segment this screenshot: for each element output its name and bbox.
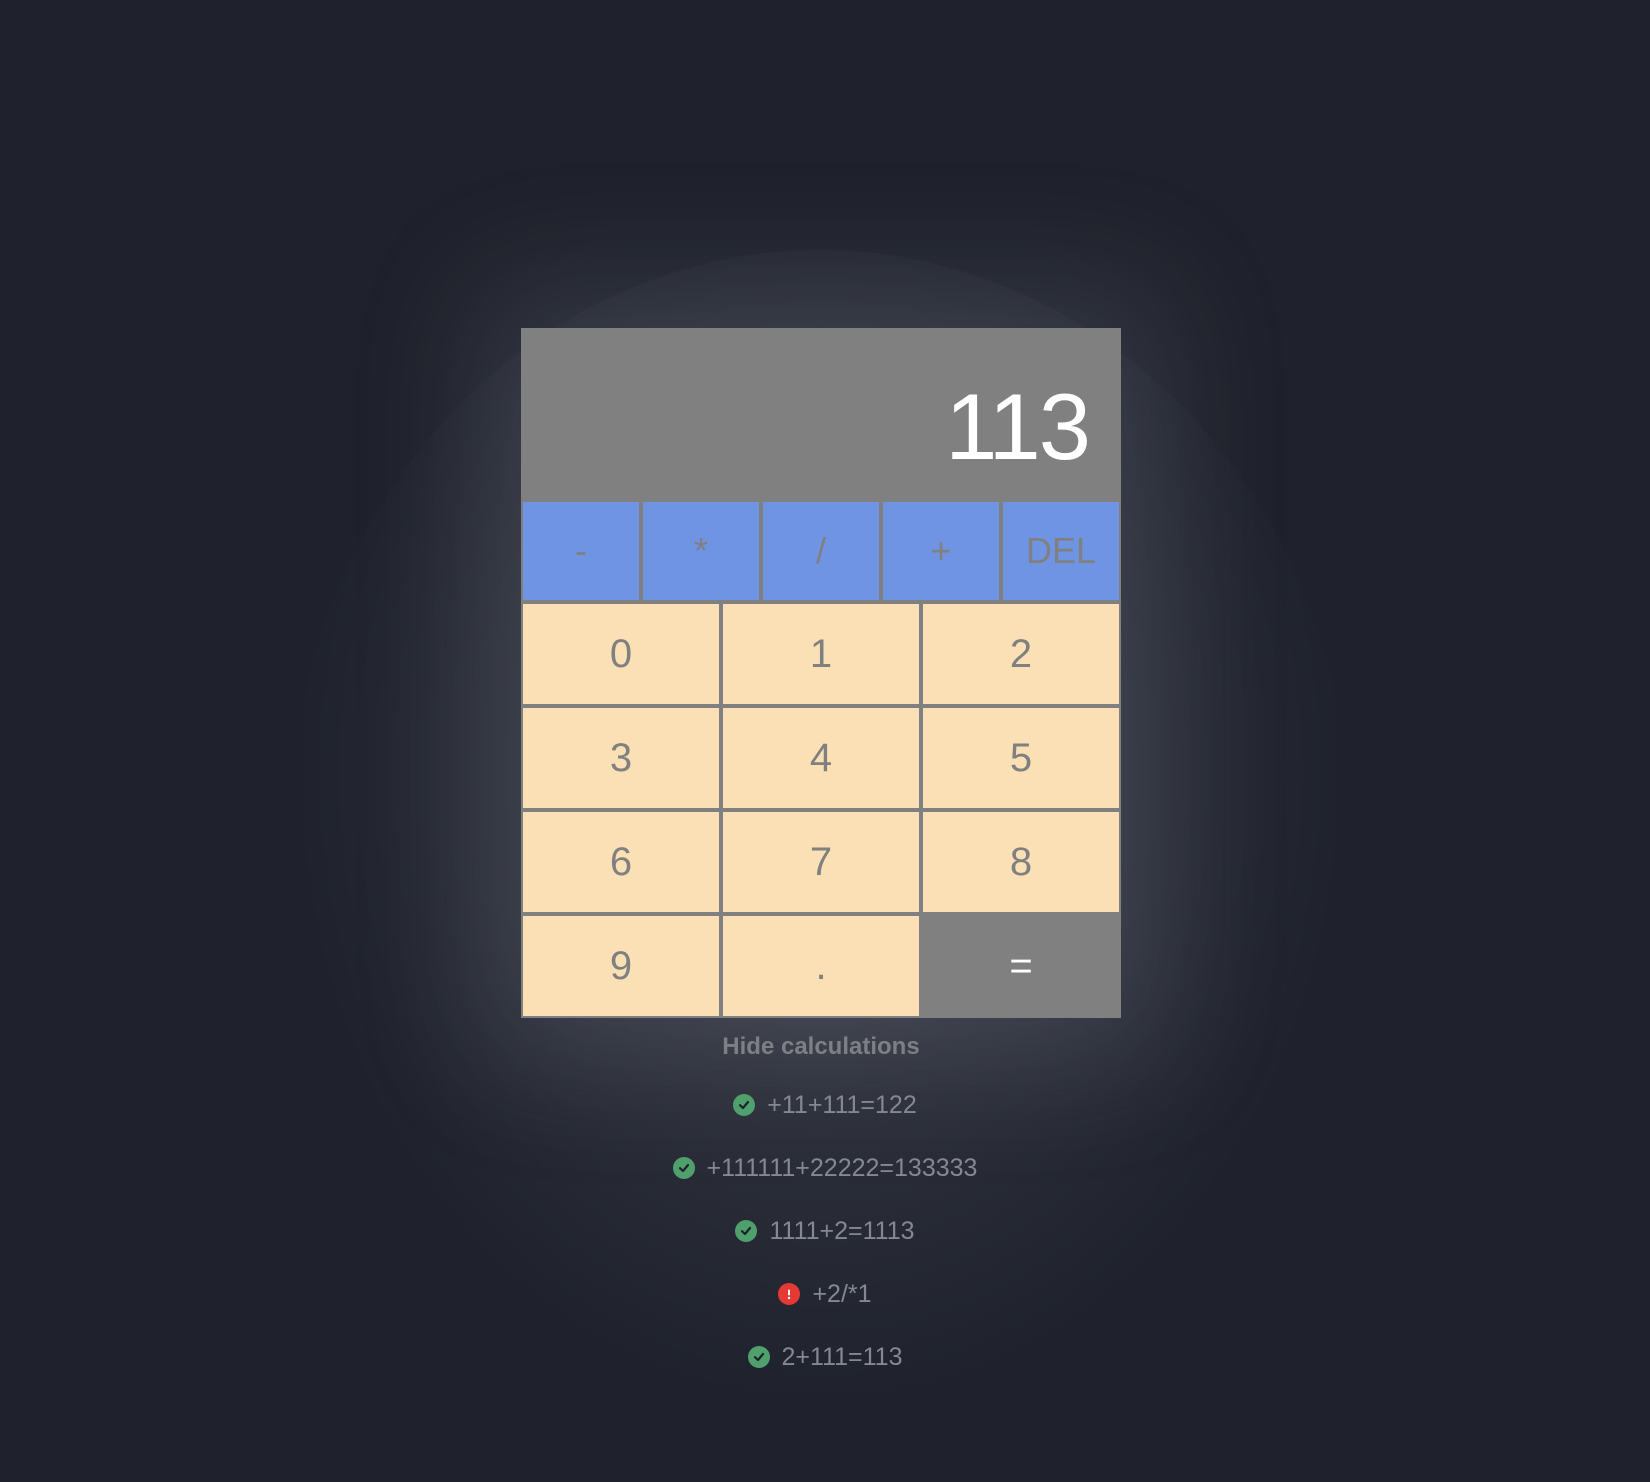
plus-button[interactable]: + [883,502,999,600]
digit-6-button[interactable]: 6 [523,812,719,912]
multiply-button[interactable]: * [643,502,759,600]
history-expression: +111111+22222=133333 [706,1154,978,1182]
history-expression: +11+111=122 [767,1091,917,1119]
digit-8-button[interactable]: 8 [923,812,1119,912]
check-circle-icon [747,1346,770,1368]
history-expression: 2+111=113 [781,1343,903,1371]
digit-3-button[interactable]: 3 [523,708,719,808]
digit-0-button[interactable]: 0 [523,604,719,704]
history-item: 1111+2=1113 [0,1214,1650,1277]
digit-2-button[interactable]: 2 [923,604,1119,704]
history-expression: 1111+2=1113 [769,1217,915,1245]
equals-button[interactable]: = [921,914,1121,1018]
digit-5-button[interactable]: 5 [923,708,1119,808]
decimal-button[interactable]: . [723,916,919,1016]
minus-button[interactable]: - [523,502,639,600]
history-item: +2/*1 [0,1277,1650,1340]
divide-button[interactable]: / [763,502,879,600]
history-item: +11+111=122 [0,1088,1650,1151]
error-circle-icon [778,1283,801,1305]
display-value: 113 [945,374,1091,479]
check-circle-icon [733,1094,756,1116]
check-circle-icon [735,1220,758,1242]
digit-4-button[interactable]: 4 [723,708,919,808]
calculator: 113 - * / + DEL 0 1 2 3 4 5 6 7 8 9 . = [521,328,1121,1018]
digit-7-button[interactable]: 7 [723,812,919,912]
history-item: +111111+22222=133333 [0,1151,1650,1214]
check-circle-icon [672,1157,695,1179]
calculation-history: +11+111=122 +111111+22222=133333 1111+2=… [0,1088,1650,1403]
operator-row: - * / + DEL [521,500,1121,602]
history-item: 2+111=113 [0,1340,1650,1403]
hide-calculations-toggle[interactable]: Hide calculations [521,1033,1121,1061]
history-expression: +2/*1 [812,1280,872,1308]
delete-button[interactable]: DEL [1003,502,1119,600]
digit-9-button[interactable]: 9 [523,916,719,1016]
digit-1-button[interactable]: 1 [723,604,919,704]
calculator-display: 113 [521,328,1121,500]
